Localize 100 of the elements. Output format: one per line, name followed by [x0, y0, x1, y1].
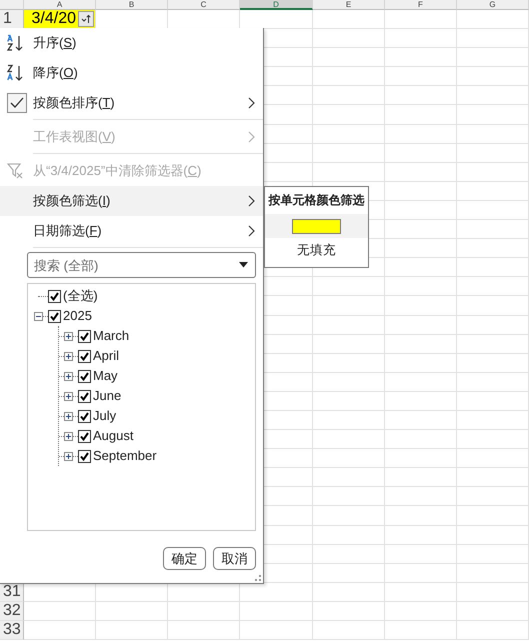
table-cell [457, 468, 529, 488]
table-cell [96, 602, 168, 621]
menu-item[interactable]: 按颜色排序(T) [0, 88, 263, 118]
tree-label[interactable]: 2025 [63, 306, 92, 326]
checkbox[interactable] [78, 370, 91, 382]
table-cell [457, 29, 529, 48]
table-cell [385, 277, 457, 296]
tree-label[interactable]: August [93, 426, 134, 446]
checkbox[interactable] [78, 330, 91, 342]
table-cell [313, 392, 385, 411]
column-header[interactable]: B [96, 0, 168, 10]
table-cell [457, 602, 529, 621]
checkbox[interactable] [48, 290, 61, 302]
table-cell [385, 526, 457, 545]
table-cell [457, 124, 529, 144]
table-cell [457, 354, 529, 373]
column-header[interactable]: A [24, 0, 96, 10]
table-cell [457, 582, 529, 602]
checkbox[interactable] [78, 350, 91, 362]
table-cell [385, 392, 457, 411]
table-cell [457, 162, 529, 182]
table-cell [385, 410, 457, 430]
menu-item[interactable]: 升序(S) [0, 28, 263, 58]
table-cell [385, 430, 457, 450]
tree-label[interactable]: July [93, 406, 116, 426]
menu-item[interactable] [265, 214, 368, 238]
column-header[interactable]: D [240, 0, 313, 10]
table-cell [313, 372, 385, 392]
expand-icon[interactable] [64, 412, 73, 420]
expand-icon[interactable] [64, 352, 73, 360]
tree-label[interactable]: April [93, 346, 120, 366]
table-cell [385, 10, 457, 30]
table-cell [313, 277, 385, 296]
tree-label[interactable]: (全选) [63, 286, 98, 306]
checkbox[interactable] [48, 310, 61, 322]
table-cell [457, 526, 529, 545]
collapse-icon[interactable] [34, 312, 43, 320]
table-cell [96, 621, 168, 640]
submenu-title: 按单元格颜色筛选 [268, 193, 364, 207]
checkbox[interactable] [78, 430, 91, 442]
expand-icon[interactable] [64, 452, 73, 460]
filter-button[interactable] [78, 11, 94, 27]
column-header[interactable]: F [385, 0, 457, 10]
row-number: 33 [0, 621, 24, 640]
dropdown-caret-icon[interactable] [239, 262, 248, 268]
column-header[interactable]: G [457, 0, 529, 10]
menu-item[interactable]: 无填充 [265, 238, 368, 262]
table-cell [385, 544, 457, 564]
menu-item[interactable]: 日期筛选(F) [0, 216, 263, 246]
table-cell [313, 86, 385, 106]
menu-item[interactable]: 降序(O) [0, 58, 263, 88]
table-cell [385, 200, 457, 220]
table-cell [457, 506, 529, 526]
table-cell [457, 258, 529, 278]
checkbox[interactable] [78, 410, 91, 422]
table-cell [457, 105, 529, 125]
dialog-button[interactable]: 确定 [163, 547, 206, 570]
table-cell [313, 67, 385, 86]
table-cell [313, 296, 385, 316]
expand-icon[interactable] [64, 372, 73, 380]
corner-cell[interactable] [0, 0, 24, 10]
table-cell [457, 410, 529, 430]
table-cell [457, 86, 529, 106]
table-cell [313, 582, 385, 602]
table-cell [457, 564, 529, 583]
tree-label[interactable]: March [93, 326, 130, 346]
checkbox[interactable] [78, 390, 91, 402]
table-cell [313, 544, 385, 564]
table-cell [313, 526, 385, 545]
table-cell [313, 105, 385, 125]
table-cell [457, 220, 529, 240]
tree-label[interactable]: May [93, 366, 118, 386]
table-cell [385, 144, 457, 163]
search-field[interactable]: 搜索 (全部) [27, 252, 256, 278]
tree-label[interactable]: June [93, 386, 122, 406]
checkbox[interactable] [78, 450, 91, 462]
filter-sort-icon [81, 14, 91, 24]
expand-icon[interactable] [64, 332, 73, 340]
table-cell [168, 621, 240, 640]
column-header[interactable]: E [313, 0, 385, 10]
table-cell [385, 487, 457, 506]
row-number: 1 [0, 10, 24, 30]
table-cell [385, 602, 457, 621]
table-cell [385, 506, 457, 526]
dialog-button[interactable]: 取消 [213, 547, 256, 570]
table-cell [457, 48, 529, 68]
menu-item[interactable]: 按颜色筛选(I) [0, 186, 263, 216]
table-cell [313, 468, 385, 488]
expand-icon[interactable] [64, 432, 73, 440]
table-cell [313, 564, 385, 583]
table-cell [313, 334, 385, 354]
table-cell [385, 582, 457, 602]
table-cell [457, 67, 529, 86]
column-header[interactable]: C [168, 0, 240, 10]
expand-icon[interactable] [64, 392, 73, 400]
table-cell [385, 258, 457, 278]
tree-label[interactable]: September [93, 446, 157, 466]
resize-grip-icon[interactable] [254, 574, 262, 582]
sort-ascending-icon [7, 34, 25, 52]
table-cell [385, 354, 457, 373]
